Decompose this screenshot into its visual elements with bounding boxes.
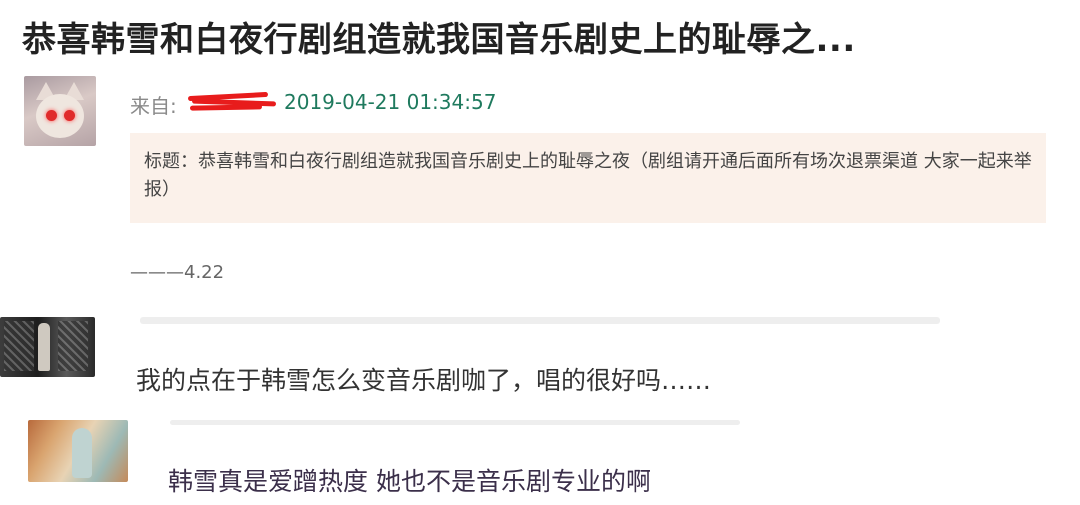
comment-text: 韩雪真是爱蹭热度 她也不是音乐剧专业的啊	[168, 467, 651, 496]
quoted-title-text: 标题：恭喜韩雪和白夜行剧组造就我国音乐剧史上的耻辱之夜（剧组请开通后面所有场次退…	[144, 151, 1032, 200]
commenter-avatar[interactable]	[28, 420, 128, 482]
post-timestamp: 2019-04-21 01:34:57	[284, 90, 497, 114]
post-from-label: 来自:	[130, 94, 177, 118]
post-signoff: ———4.22	[130, 262, 225, 283]
comment-text: 我的点在于韩雪怎么变音乐剧咖了，唱的很好吗……	[136, 366, 712, 395]
avatar-eye-right	[64, 110, 75, 121]
avatar-wing-right	[58, 321, 88, 371]
avatar-wing-left	[4, 321, 34, 371]
avatar-eye-left	[46, 110, 57, 121]
redacted-username	[187, 91, 277, 111]
divider	[170, 420, 740, 425]
article-title: 恭喜韩雪和白夜行剧组造就我国音乐剧史上的耻辱之...	[22, 20, 856, 60]
avatar-figure	[38, 323, 50, 371]
avatar-figure	[72, 428, 92, 478]
user-avatar[interactable]	[24, 76, 96, 146]
commenter-avatar[interactable]	[0, 317, 95, 377]
divider	[140, 317, 940, 324]
avatar-face	[36, 94, 84, 138]
quoted-title-box: 标题：恭喜韩雪和白夜行剧组造就我国音乐剧史上的耻辱之夜（剧组请开通后面所有场次退…	[130, 133, 1046, 223]
